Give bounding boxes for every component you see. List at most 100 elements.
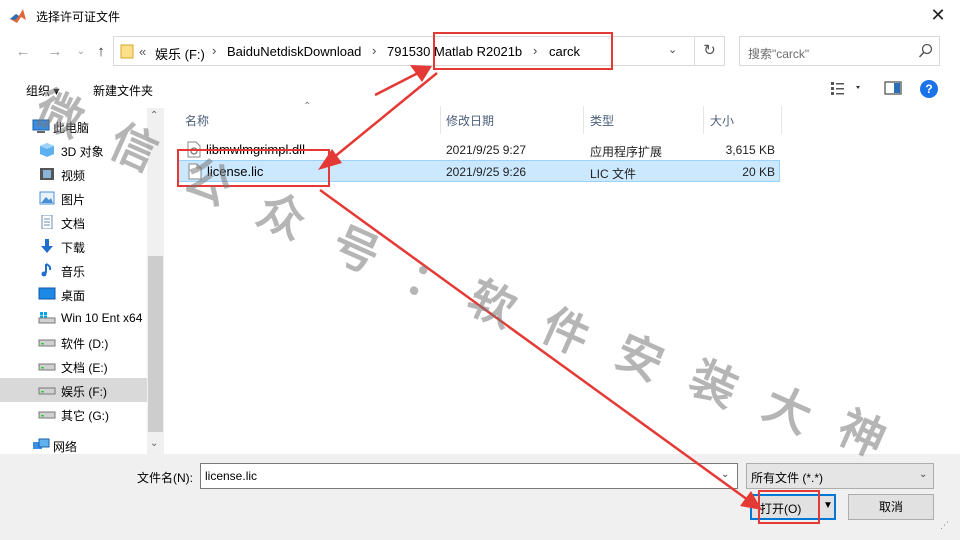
organize-menu[interactable]: 组织 ▾: [26, 82, 59, 99]
open-button[interactable]: 打开(O) ▼: [750, 494, 836, 520]
sidebar-item-label: 视频: [61, 169, 86, 183]
column-divider[interactable]: [781, 106, 782, 134]
breadcrumb-carck[interactable]: carck: [549, 44, 580, 59]
search-input[interactable]: 搜索"carck": [739, 36, 940, 66]
sidebar-item-downloads[interactable]: 下载: [0, 234, 147, 258]
cancel-button-label: 取消: [878, 500, 903, 514]
preview-pane-icon[interactable]: [884, 80, 902, 96]
sidebar-item-label: 娱乐 (F:): [61, 385, 107, 399]
breadcrumb-download[interactable]: BaiduNetdiskDownload: [227, 44, 361, 59]
column-header-date[interactable]: 修改日期: [446, 112, 494, 129]
breadcrumb-separator[interactable]: ›: [372, 43, 376, 58]
chevron-down-icon[interactable]: ⌄: [721, 469, 729, 480]
open-button-label: 打开(O): [760, 502, 802, 516]
forward-button[interactable]: →: [44, 42, 66, 62]
column-header-size[interactable]: 大小: [710, 112, 734, 129]
sidebar-item-drive-d[interactable]: 软件 (D:): [0, 330, 147, 354]
sidebar-item-this-pc[interactable]: 此电脑: [0, 114, 147, 138]
caret-down-icon[interactable]: ▼: [823, 500, 833, 511]
folder-icon: [120, 44, 134, 59]
windows-drive-icon: [38, 312, 56, 324]
filename-label: 文件名(N):: [137, 471, 193, 485]
chevron-down-icon: ⌄: [76, 46, 86, 57]
sort-up-icon: ⌃: [303, 101, 312, 112]
up-button[interactable]: ↑: [90, 42, 112, 62]
breadcrumb-overflow[interactable]: «: [139, 44, 146, 59]
sidebar-item-videos[interactable]: 视频: [0, 162, 147, 186]
new-folder-button[interactable]: 新建文件夹: [93, 82, 153, 99]
arrow-right-icon: →: [47, 43, 63, 60]
column-divider[interactable]: [583, 106, 584, 134]
dll-file-icon: [187, 141, 201, 158]
breadcrumb-separator[interactable]: ›: [533, 43, 537, 58]
scrollbar-thumb[interactable]: [148, 256, 163, 432]
column-header-name[interactable]: 名称: [185, 112, 209, 129]
sidebar-item-label: 文档 (E:): [61, 361, 108, 375]
chevron-down-icon[interactable]: ⌄: [150, 438, 158, 449]
filename-input[interactable]: license.lic ⌄: [200, 463, 738, 489]
sidebar-item-label: 图片: [61, 193, 86, 207]
file-size: 3,615 KB: [725, 143, 775, 157]
sidebar-item-drive-c[interactable]: Win 10 Ent x64: [0, 306, 147, 330]
watermark-char: 大: [755, 375, 820, 444]
breadcrumb-separator[interactable]: ›: [212, 43, 216, 58]
column-divider[interactable]: [703, 106, 704, 134]
filename-value: license.lic: [205, 469, 258, 483]
sidebar-item-label: 其它 (G:): [61, 409, 109, 423]
sidebar-item-label: 软件 (D:): [61, 337, 109, 351]
arrow-left-icon: ←: [15, 43, 31, 60]
document-icon: [41, 215, 53, 229]
watermark-char: ：: [397, 249, 462, 318]
cancel-button[interactable]: 取消: [848, 494, 934, 520]
help-button[interactable]: ?: [920, 80, 938, 98]
sidebar-item-label: Win 10 Ent x64: [61, 311, 143, 325]
sidebar-scrollbar[interactable]: ⌃ ⌄: [147, 108, 164, 454]
sidebar-item-drive-f[interactable]: 娱乐 (F:): [0, 378, 147, 402]
file-type: LIC 文件: [590, 167, 637, 181]
watermark-char: 件: [533, 297, 598, 366]
chevron-down-icon[interactable]: ⌄: [668, 43, 677, 56]
sidebar-item-label: 此电脑: [53, 121, 90, 135]
split-divider: [818, 496, 819, 518]
file-row[interactable]: license.lic 2021/9/25 9:26 LIC 文件 20 KB: [178, 160, 780, 182]
drive-icon: [38, 387, 56, 395]
filetype-value: 所有文件 (*.*): [751, 471, 824, 485]
search-placeholder: 搜索"carck": [748, 47, 810, 61]
breadcrumb-drive[interactable]: 娱乐 (F:): [155, 44, 205, 63]
sidebar-item-label: 3D 对象: [61, 145, 104, 159]
resize-grip-icon[interactable]: ⋰: [940, 520, 949, 531]
sidebar-item-label: 音乐: [61, 265, 86, 279]
refresh-button[interactable]: ↻: [695, 36, 725, 66]
sidebar-item-label: 下载: [61, 241, 86, 255]
blank-file-icon: [188, 163, 202, 180]
file-type: 应用程序扩展: [590, 145, 663, 159]
watermark-char: 安: [607, 323, 672, 392]
column-divider[interactable]: [440, 106, 441, 134]
sidebar-item-pictures[interactable]: 图片: [0, 186, 147, 210]
video-icon: [40, 168, 54, 180]
arrow-up-icon: ↑: [97, 43, 105, 60]
drive-icon: [38, 339, 56, 347]
refresh-icon: ↻: [703, 42, 716, 59]
sidebar-item-music[interactable]: 音乐: [0, 258, 147, 282]
filetype-select[interactable]: 所有文件 (*.*) ⌄: [746, 463, 934, 489]
sidebar-item-3d-objects[interactable]: 3D 对象: [0, 138, 147, 162]
drive-icon: [38, 411, 56, 419]
file-row[interactable]: libmwlmgrimpl.dll 2021/9/25 9:27 应用程序扩展 …: [178, 139, 780, 161]
sidebar-item-drive-e[interactable]: 文档 (E:): [0, 354, 147, 378]
close-icon: ✕: [930, 5, 946, 25]
sidebar-item-desktop[interactable]: 桌面: [0, 282, 147, 306]
view-options-icon[interactable]: [830, 80, 864, 96]
close-button[interactable]: ✕: [916, 0, 960, 32]
back-button[interactable]: ←: [12, 42, 34, 62]
breadcrumb-matlab[interactable]: 791530 Matlab R2021b: [387, 44, 522, 59]
column-header-type[interactable]: 类型: [590, 112, 614, 129]
address-bar[interactable]: « 娱乐 (F:) › BaiduNetdiskDownload › 79153…: [113, 36, 695, 66]
sidebar-item-drive-g[interactable]: 其它 (G:): [0, 402, 147, 426]
music-icon: [41, 263, 52, 277]
watermark-char: 软: [459, 269, 524, 338]
file-open-dialog: 选择许可证文件 ✕ ← → ⌄ ↑ « 娱乐 (F:) › BaiduNetdi…: [0, 0, 960, 540]
recent-locations-button[interactable]: ⌄: [70, 42, 92, 62]
sidebar-item-documents[interactable]: 文档: [0, 210, 147, 234]
chevron-up-icon[interactable]: ⌃: [150, 110, 158, 121]
